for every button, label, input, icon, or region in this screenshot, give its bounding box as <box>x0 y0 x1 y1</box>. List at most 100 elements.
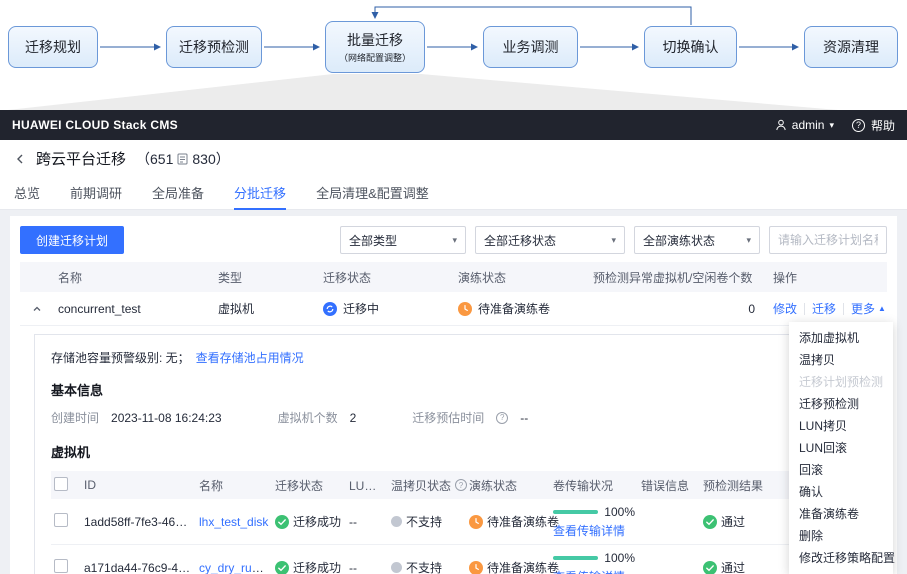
menu-item-delete[interactable]: 删除 <box>789 525 893 547</box>
chevron-down-icon: ▾ <box>611 234 616 245</box>
vm-id: a171da44-76c9-48ac... <box>84 560 196 574</box>
col-abnormal-count: 预检测异常虚拟机/空闲卷个数 <box>593 270 753 285</box>
status-text: 迁移成功 <box>293 561 342 574</box>
migrate-link[interactable]: 迁移 <box>812 300 836 317</box>
tab-preliminary-research[interactable]: 前期调研 <box>70 177 122 210</box>
menu-item-confirm[interactable]: 确认 <box>789 481 893 503</box>
flow-step-switch-confirm: 切换确认 <box>644 26 737 68</box>
filter-drill-status-select[interactable]: 全部演练状态 ▾ <box>634 226 760 254</box>
flow-step-label: 业务调测 <box>502 39 559 55</box>
modify-link[interactable]: 修改 <box>773 300 797 317</box>
vm-count-label: 虚拟机个数 <box>277 411 338 425</box>
divider <box>804 302 806 315</box>
col-operation: 操作 <box>773 270 798 285</box>
vm-name-link[interactable]: lhx_test_disk <box>199 515 268 529</box>
status-text: 待准备演练卷 <box>487 515 560 529</box>
estimate-time-label: 迁移预估时间 <box>412 411 485 425</box>
storage-warning-label: 存储池容量预警级别: 无； <box>51 351 190 365</box>
info-icon[interactable]: ? <box>496 411 509 424</box>
filter-type-value: 全部类型 <box>349 233 398 248</box>
progress-value: 100% <box>604 504 635 519</box>
create-plan-button[interactable]: 创建迁移计划 <box>20 226 125 254</box>
menu-item-add-vm[interactable]: 添加虚拟机 <box>789 327 893 349</box>
col-name: 名称 <box>58 270 83 285</box>
progress-bar <box>553 509 599 514</box>
estimate-time-field: 迁移预估时间 ? -- <box>412 409 528 426</box>
menu-item-rollback[interactable]: 回滚 <box>789 459 893 481</box>
chevron-down-icon: ▾ <box>452 234 457 245</box>
storage-usage-link[interactable]: 查看存储池占用情况 <box>196 349 304 366</box>
status-text: 不支持 <box>406 515 443 529</box>
counter-icon <box>177 153 188 164</box>
menu-item-prepare-drill-volume[interactable]: 准备演练卷 <box>789 503 893 525</box>
gray-dot-icon <box>391 516 402 527</box>
row-operations: 修改 迁移 更多 ▲ <box>769 300 890 317</box>
warm-copy-status: 不支持 <box>388 513 466 530</box>
filter-migration-status-select[interactable]: 全部迁移状态 ▾ <box>475 226 625 254</box>
back-icon[interactable] <box>14 153 26 165</box>
menu-item-modify-strategy[interactable]: 修改迁移策略配置 <box>789 547 895 569</box>
warm-copy-status: 不支持 <box>388 559 466 574</box>
tab-batch-migration[interactable]: 分批迁移 <box>234 177 287 210</box>
checkbox-cell <box>51 513 81 530</box>
col-migration-status: 迁移状态 <box>323 270 372 285</box>
col-lun-copy: LUN拷... <box>349 478 388 493</box>
plan-counts: （651 830） <box>136 149 230 169</box>
row-checkbox[interactable] <box>54 559 68 573</box>
col-drill-status: 演练状态 <box>458 270 507 285</box>
menu-item-lun-rollback[interactable]: LUN回滚 <box>789 437 893 459</box>
filter-type-select[interactable]: 全部类型 ▾ <box>340 226 466 254</box>
more-link[interactable]: 更多 <box>851 300 875 317</box>
question-icon[interactable]: ? <box>851 118 865 132</box>
check-icon <box>275 560 289 574</box>
plan-table-header: 名称 类型 迁移状态 演练状态 预检测异常虚拟机/空闲卷个数 操作 <box>20 262 887 292</box>
menu-item-lun-copy[interactable]: LUN拷贝 <box>789 415 893 437</box>
clock-icon <box>469 560 483 574</box>
check-icon <box>275 514 289 529</box>
col-error: 错误信息 <box>641 478 690 493</box>
collapse-row-button[interactable] <box>20 304 54 314</box>
clock-icon <box>458 301 472 316</box>
user-menu[interactable]: admin ▾ <box>775 118 834 132</box>
help-link[interactable]: 帮助 <box>871 117 895 134</box>
col-warm-copy-label: 温拷贝状态 <box>391 478 452 493</box>
more-actions-menu: 添加虚拟机 温拷贝 迁移计划预检测 迁移预检测 LUN拷贝 LUN回滚 回滚 确… <box>789 322 895 574</box>
transfer-detail-link[interactable]: 查看传输详情 <box>553 568 635 574</box>
vm-count-field: 虚拟机个数 2 <box>278 409 357 426</box>
flow-step-label: 批量迁移 <box>347 32 403 48</box>
flow-step-sublabel: （网络配置调整） <box>338 53 411 63</box>
row-checkbox[interactable] <box>54 513 68 527</box>
breadcrumb: 跨云平台迁移 （651 830） <box>0 140 907 177</box>
search-input[interactable] <box>769 226 887 254</box>
brand-title: HUAWEI CLOUD Stack CMS <box>12 118 178 132</box>
menu-item-migration-precheck[interactable]: 迁移预检测 <box>789 393 893 415</box>
select-all-cell <box>51 476 81 494</box>
flow-step-label: 迁移预检测 <box>179 39 249 55</box>
gray-dot-icon <box>391 562 402 573</box>
plan-name: concurrent_test <box>58 301 141 316</box>
check-icon <box>703 514 717 529</box>
select-all-checkbox[interactable] <box>54 476 68 491</box>
user-icon <box>776 119 786 131</box>
migration-plan-panel: 创建迁移计划 全部类型 ▾ 全部迁移状态 ▾ 全部演练状态 ▾ 请输入迁移计划名… <box>10 216 897 574</box>
vm-table: ID 名称 迁移状态 LUN拷... 温拷贝状态 ? 演练状态 卷传输状况 错误… <box>51 471 868 574</box>
count-suffix: 830） <box>192 150 230 167</box>
check-icon <box>703 560 717 574</box>
filter-migration-value: 全部迁移状态 <box>484 233 557 248</box>
chevron-up-icon <box>33 306 41 311</box>
menu-item-warm-copy[interactable]: 温拷贝 <box>789 349 893 371</box>
vm-name-link[interactable]: cy_dry_run_20... <box>199 561 272 574</box>
status-text: 待准备演练卷 <box>478 302 551 316</box>
tab-global-cleanup[interactable]: 全局清理&配置调整 <box>316 177 429 210</box>
vm-id: 1add58ff-7fe3-46e8-... <box>84 514 196 529</box>
tab-global-preparation[interactable]: 全局准备 <box>152 177 204 210</box>
created-time-value: 2023-11-08 16:24:23 <box>111 410 222 425</box>
status-text: 待准备演练卷 <box>487 561 560 574</box>
plan-table-row: concurrent_test 虚拟机 迁移中 待准备演练卷 0 修改 迁移 更… <box>20 292 887 326</box>
tab-overview[interactable]: 总览 <box>14 177 40 210</box>
toolbar: 创建迁移计划 全部类型 ▾ 全部迁移状态 ▾ 全部演练状态 ▾ <box>20 226 887 254</box>
estimate-time-value: -- <box>520 410 529 425</box>
transfer-detail-link[interactable]: 查看传输详情 <box>553 522 635 539</box>
clock-icon <box>469 514 483 529</box>
menu-item-plan-precheck: 迁移计划预检测 <box>799 375 884 389</box>
